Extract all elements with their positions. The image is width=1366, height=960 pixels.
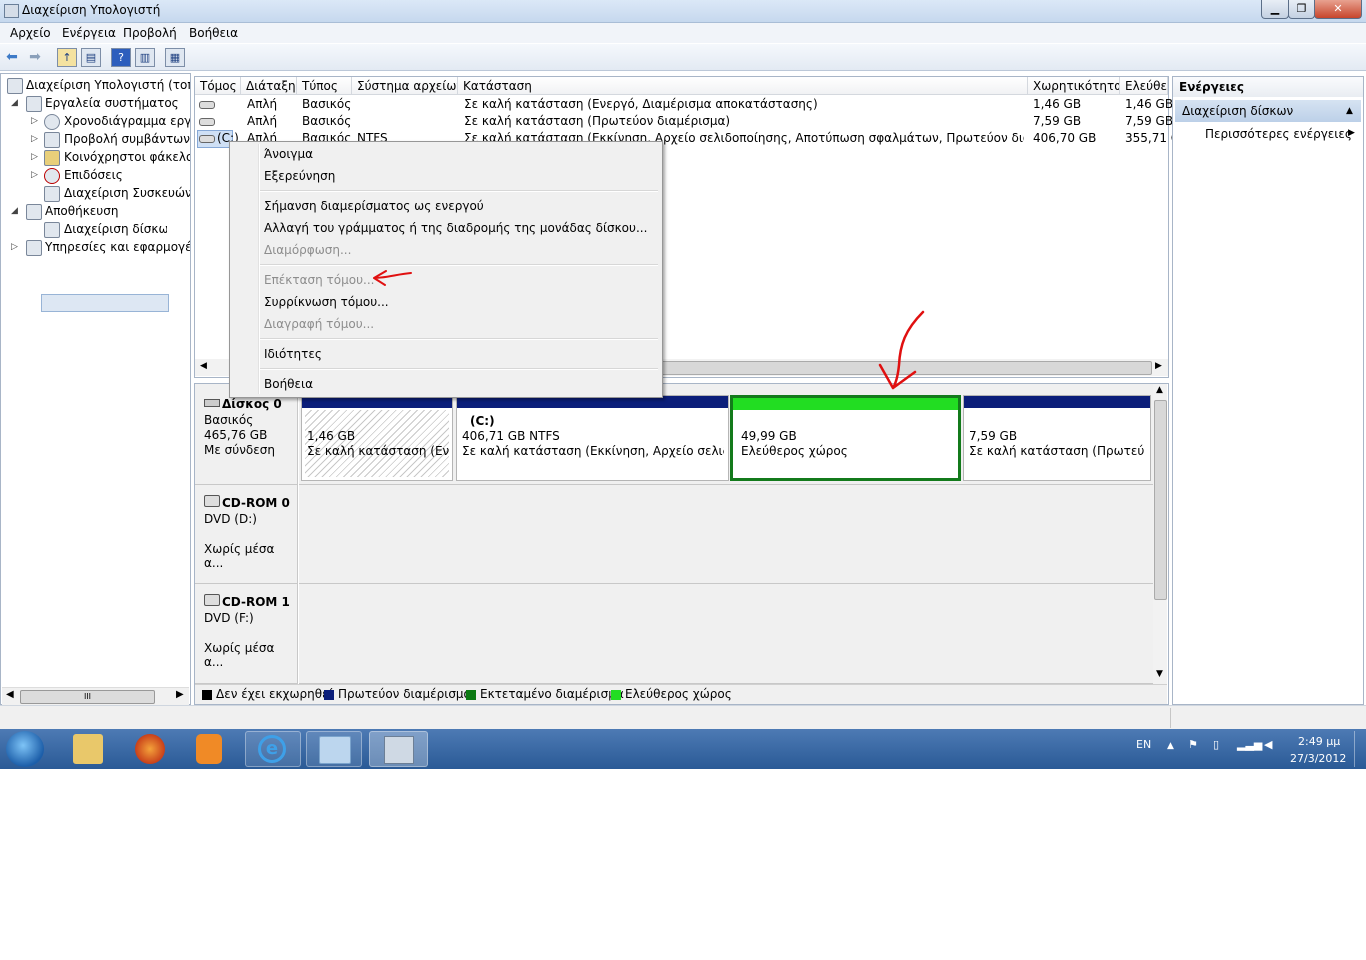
- clock-time[interactable]: 2:49 μμ: [1298, 735, 1340, 748]
- annotation-arrow-down: [878, 310, 925, 390]
- language-indicator[interactable]: EN: [1136, 738, 1151, 751]
- taskbar-control-panel-button[interactable]: [306, 731, 362, 767]
- volume-icon[interactable]: ◀: [1264, 738, 1272, 751]
- show-desktop-button[interactable]: [1354, 731, 1365, 767]
- control-panel-icon: [319, 736, 351, 764]
- annotation-arrow-left: [373, 270, 412, 286]
- explorer-icon[interactable]: [73, 734, 103, 764]
- action-center-flag-icon[interactable]: ⚑: [1188, 738, 1198, 751]
- firefox-icon[interactable]: [135, 734, 165, 764]
- start-button[interactable]: [6, 731, 44, 767]
- taskbar-ie-button[interactable]: e: [245, 731, 301, 767]
- show-hidden-icons-icon[interactable]: ▲: [1167, 741, 1174, 751]
- media-player-icon[interactable]: [196, 734, 222, 764]
- network-signal-icon[interactable]: ▂▃▅: [1237, 738, 1262, 751]
- annotation-overlay: [373, 270, 925, 390]
- computer-management-icon: [384, 736, 414, 764]
- internet-explorer-icon: e: [258, 735, 286, 763]
- clock-date[interactable]: 27/3/2012: [1290, 752, 1346, 765]
- taskbar-computer-management-button[interactable]: [369, 731, 428, 767]
- power-icon[interactable]: ▯: [1213, 738, 1219, 751]
